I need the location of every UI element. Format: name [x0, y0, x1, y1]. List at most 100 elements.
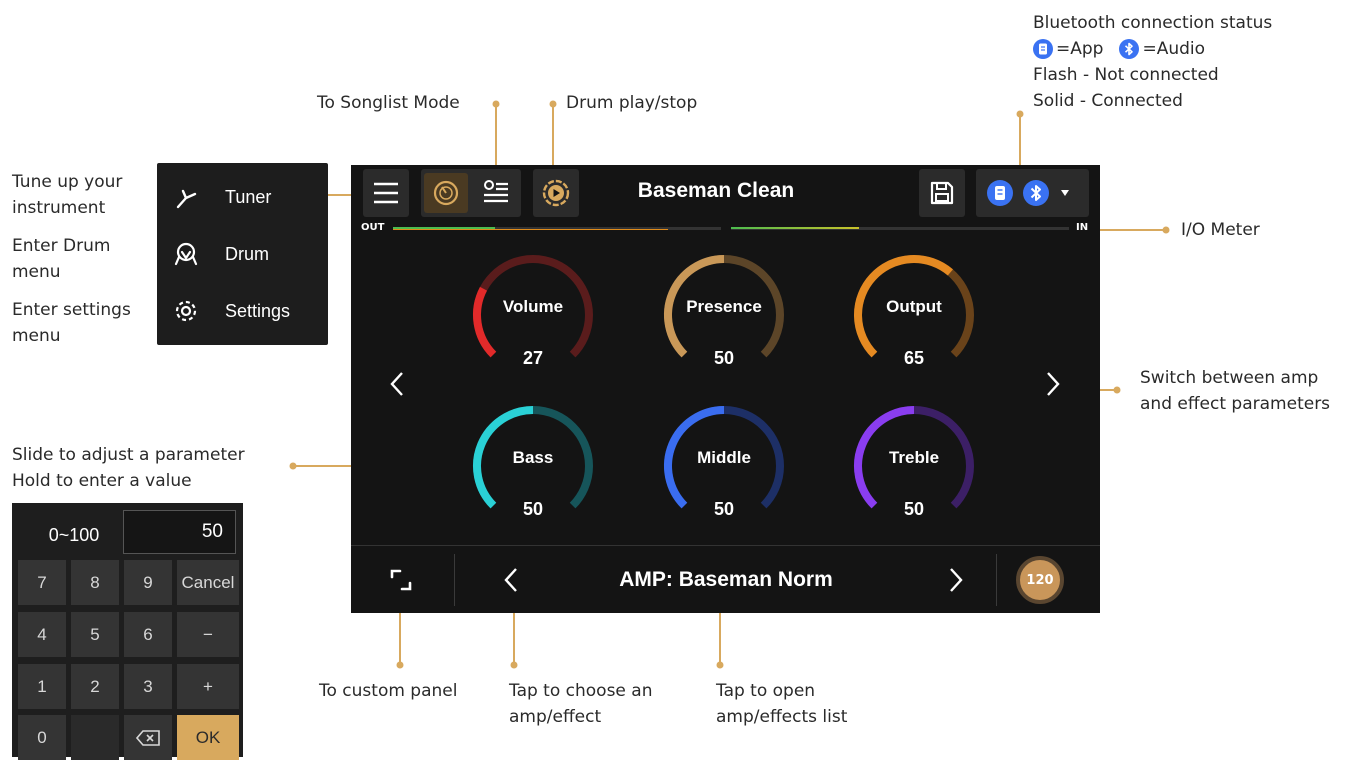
menu-item-tuner[interactable]: Tuner — [157, 169, 328, 225]
key-4[interactable]: 4 — [18, 612, 66, 657]
blank-key — [71, 715, 119, 760]
key-7[interactable]: 7 — [18, 560, 66, 605]
knob-treble-name: Treble — [888, 448, 940, 467]
choose-callout-line1: Tap to choose an — [509, 681, 653, 701]
menu-item-tuner-label: Tuner — [225, 186, 272, 207]
knob-presence-name: Presence — [686, 297, 762, 316]
switch-callout: Switch between amp and effect parameters — [1140, 365, 1330, 417]
numeric-keypad: 0~100 50 7 8 9 Cancel 4 5 6− 1 2 3 +0 OK — [12, 503, 243, 760]
key-2[interactable]: 2 — [71, 664, 119, 709]
knob-output-value: 65 — [903, 348, 925, 368]
side-menu: Tuner Drum Settings — [157, 163, 328, 345]
dial-icon — [433, 180, 459, 206]
menu-button[interactable] — [363, 169, 409, 217]
key-+[interactable]: + — [177, 664, 239, 709]
bluetooth-callout-title: Bluetooth connection status — [1033, 13, 1273, 33]
drum-play-button[interactable] — [533, 169, 579, 217]
input-meter-green — [731, 227, 860, 229]
param-prev-arrow[interactable] — [389, 370, 405, 406]
key-9[interactable]: 9 — [124, 560, 172, 605]
tuner-callout: Tune up your instrument — [12, 169, 122, 221]
menu-item-settings-label: Settings — [225, 300, 291, 321]
tuning-fork-icon — [171, 182, 201, 212]
key-8[interactable]: 8 — [71, 560, 119, 605]
key-cancel[interactable]: Cancel — [177, 560, 239, 605]
settings-callout: Enter settings menu — [12, 297, 131, 349]
amp-next-button[interactable] — [948, 566, 968, 596]
bluetooth-callout-legend: =App =Audio — [1033, 36, 1272, 62]
knob-output[interactable]: Output 65 — [849, 253, 979, 383]
knob-presence[interactable]: Presence 50 — [659, 253, 789, 383]
switch-callout-line2: and effect parameters — [1140, 394, 1331, 414]
chevron-left-icon — [504, 568, 517, 592]
menu-item-drum-label: Drum — [225, 243, 269, 264]
key-5[interactable]: 5 — [71, 612, 119, 657]
key-0[interactable]: 0 — [18, 715, 66, 760]
menu-item-drum[interactable]: Drum — [157, 226, 328, 282]
tuner-callout-line1: Tune up your — [12, 172, 123, 192]
custom-panel-button[interactable] — [387, 566, 415, 594]
io-meter-callout: I/O Meter — [1181, 220, 1260, 240]
meter-out-label: OUT — [361, 222, 385, 233]
key-−[interactable]: − — [177, 612, 239, 657]
slide-callout-line1: Slide to adjust a parameter — [12, 445, 245, 465]
custom-panel-icon — [390, 569, 412, 591]
knob-presence-value: 50 — [713, 348, 735, 368]
songlist-mode-button[interactable] — [474, 173, 518, 213]
settings-callout-line2: menu — [12, 326, 61, 346]
amp-name[interactable]: AMP: Baseman Norm — [551, 568, 901, 592]
key-ok[interactable]: OK — [177, 715, 239, 760]
bluetooth-callout-flash: Flash - Not connected — [1033, 65, 1219, 85]
bluetooth-callout: Bluetooth connection status =App =Audio … — [1033, 10, 1272, 114]
gear-icon — [171, 296, 201, 326]
knob-output-name: Output — [886, 297, 942, 316]
preset-name[interactable]: Baseman Clean — [591, 179, 841, 203]
knob-volume-value: 27 — [522, 348, 544, 368]
save-button[interactable] — [919, 169, 965, 217]
knob-middle[interactable]: Middle 50 — [659, 404, 789, 534]
key-3[interactable]: 3 — [124, 664, 172, 709]
knob-bass-name: Bass — [512, 448, 554, 467]
param-next-arrow[interactable] — [1045, 370, 1061, 406]
knob-treble[interactable]: Treble 50 — [849, 404, 979, 534]
backspace-key[interactable] — [124, 715, 172, 760]
knob-volume[interactable]: Volume 27 — [468, 253, 598, 383]
knob-volume-name: Volume — [502, 297, 564, 316]
backspace-icon — [136, 729, 160, 746]
drum-callout-line1: Enter Drum — [12, 236, 111, 256]
slide-callout: Slide to adjust a parameter Hold to ente… — [12, 442, 245, 494]
drum-callout-line2: menu — [12, 262, 61, 282]
amp-prev-button[interactable] — [503, 566, 523, 596]
meter-in-label: IN — [1076, 222, 1089, 233]
output-meter-orange — [393, 229, 668, 230]
key-6[interactable]: 6 — [124, 612, 172, 657]
mode-toggle — [421, 169, 521, 217]
bottom-separator-left — [454, 554, 455, 606]
knob-treble-value: 50 — [903, 499, 925, 519]
tuner-callout-line2: instrument — [12, 198, 106, 218]
bluetooth-callout-solid: Solid - Connected — [1033, 91, 1183, 111]
custom-panel-callout: To custom panel — [319, 681, 458, 701]
menu-item-settings[interactable]: Settings — [157, 283, 328, 339]
output-meter — [393, 227, 721, 230]
bottom-bar: AMP: Baseman Norm 120 — [351, 545, 1100, 614]
keypad-value-field[interactable]: 50 — [123, 510, 236, 554]
chevron-right-icon — [1047, 372, 1060, 396]
device-screen: Baseman Clean OUT IN Volume 27 Presence … — [351, 165, 1100, 613]
slide-callout-line2: Hold to enter a value — [12, 471, 192, 491]
key-1[interactable]: 1 — [18, 664, 66, 709]
songlist-icon — [484, 180, 508, 203]
stomp-mode-button[interactable] — [424, 173, 468, 213]
knob-bass-value: 50 — [522, 499, 544, 519]
tempo-button[interactable]: 120 — [1016, 556, 1064, 604]
switch-callout-line1: Switch between amp — [1140, 368, 1319, 388]
bluetooth-status-button[interactable] — [976, 169, 1089, 217]
knob-bass[interactable]: Bass 50 — [468, 404, 598, 534]
chevron-right-icon — [950, 568, 963, 592]
keypad-range: 0~100 — [48, 524, 100, 545]
hamburger-icon — [374, 182, 398, 204]
input-meter — [731, 227, 1069, 230]
open-list-callout-line2: amp/effects list — [716, 707, 848, 727]
choose-callout-line2: amp/effect — [509, 707, 602, 727]
knob-middle-value: 50 — [713, 499, 735, 519]
